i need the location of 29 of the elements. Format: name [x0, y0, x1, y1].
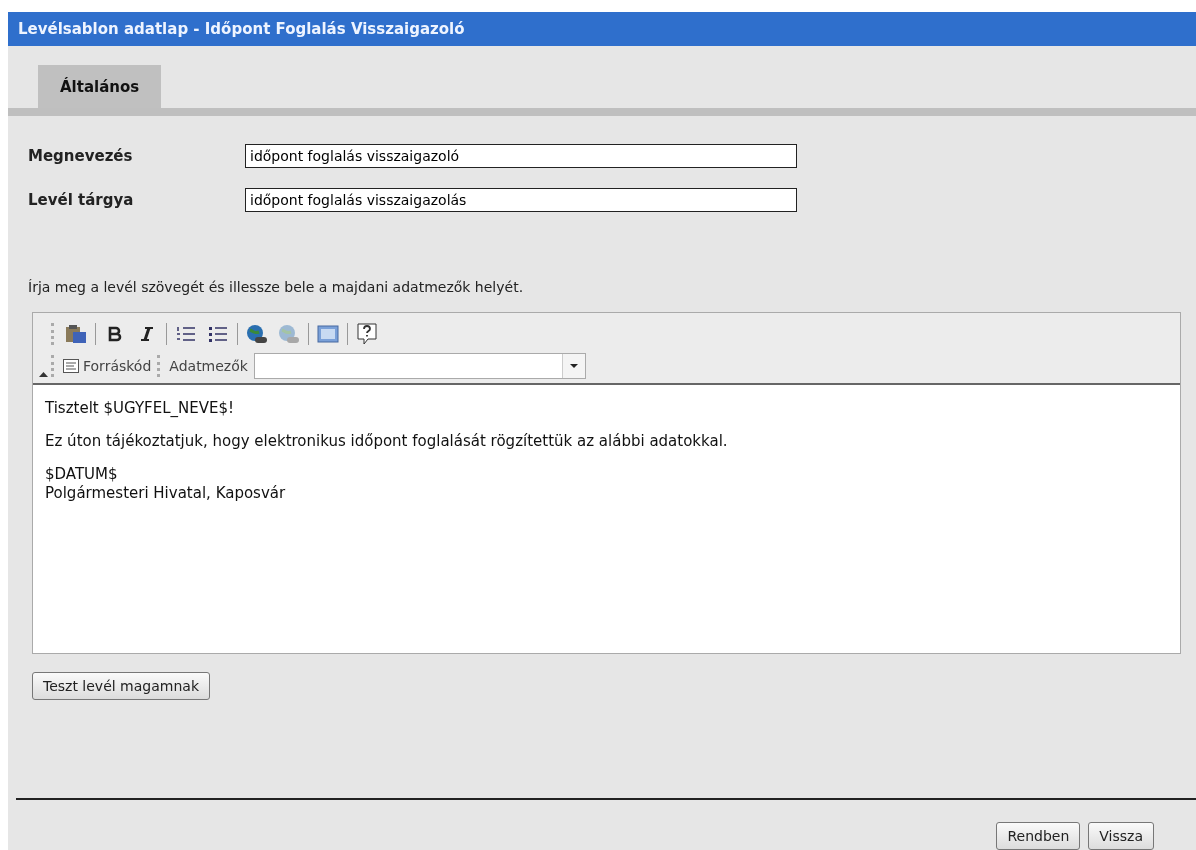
paste-icon[interactable] — [65, 324, 87, 344]
source-button[interactable]: Forráskód — [63, 358, 152, 374]
fields-dropdown[interactable] — [253, 353, 586, 379]
body-text: Ez úton tájékoztatjuk, hogy elektronikus időpont foglalását rögzítettük az alábbi adatokkal. — [45, 432, 729, 451]
bold-icon[interactable] — [108, 326, 122, 342]
test-email-button[interactable]: Teszt levél magamnak — [32, 672, 210, 700]
field-label: Megnevezés — [28, 147, 134, 165]
instruction-text: Írja meg a levél szövegét és illessze bele a majdani adatmezők helyét. — [28, 279, 525, 295]
document-icon — [63, 359, 79, 373]
editor-content[interactable]: Tisztelt $UGYFEL_NEVE$! Ez úton tájékoztatjuk, hogy elektronikus időpont foglalását rögzítettük az alábbi adatokkal. $DATUM$ Polgármesteri Hivatal, Kaposvár — [33, 383, 1180, 653]
collapse-icon[interactable] — [39, 372, 48, 377]
caret-icon — [569, 364, 578, 368]
body-text: $DATUM$ — [45, 465, 119, 484]
italic-icon[interactable] — [140, 326, 154, 342]
field-label: Levél tárgya — [28, 191, 135, 209]
link-icon[interactable] — [246, 324, 268, 344]
numbered-list-icon[interactable] — [176, 325, 196, 343]
tab[interactable]: Általános — [38, 65, 162, 108]
footer-button[interactable]: Vissza — [1088, 822, 1154, 850]
body-text: Tisztelt $UGYFEL_NEVE$! — [45, 399, 235, 418]
fields-label: Adatmezők — [169, 358, 248, 374]
window-title: Levélsablon adatlap - Időpont Foglalás Visszaigazoló — [8, 12, 1196, 46]
help-icon[interactable] — [357, 323, 377, 345]
bullet-list-icon[interactable] — [208, 325, 228, 343]
footer-button[interactable]: Rendben — [996, 822, 1081, 850]
input-field[interactable]: időpont foglalás visszaigazolás — [245, 188, 797, 212]
body-text: Polgármesteri Hivatal, Kaposvár — [45, 484, 287, 503]
input-field[interactable]: időpont foglalás visszaigazoló — [245, 144, 797, 168]
frame-icon[interactable] — [317, 325, 339, 343]
